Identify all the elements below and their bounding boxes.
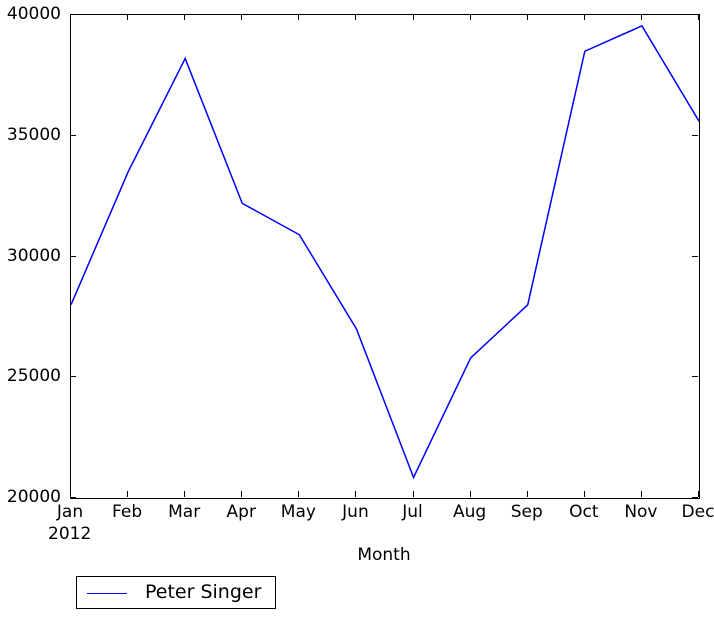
x-tick-mark [698,14,699,20]
y-tick-mark [692,256,698,257]
x-tick-mark [184,491,185,497]
x-axis-year-label: 2012 [48,524,92,544]
x-axis-title: Month [357,545,411,565]
y-tick-mark [692,497,698,498]
x-tick-mark [527,491,528,497]
x-tick-mark [527,14,528,20]
x-tick-mark [584,491,585,497]
x-tick-mark [470,14,471,20]
x-tick-mark [584,14,585,20]
x-tick-mark [355,491,356,497]
x-tick-mark [641,491,642,497]
x-tick-mark [413,14,414,20]
y-tick-mark [692,135,698,136]
x-tick-mark [641,14,642,20]
x-tick-mark [241,491,242,497]
legend: Peter Singer [76,576,276,609]
y-tick-mark [70,135,76,136]
y-tick-label: 25000 [6,366,61,387]
x-tick-mark [70,14,71,20]
legend-item-peter-singer: Peter Singer [77,583,261,602]
y-tick-mark [70,376,76,377]
chart-figure: 20000 25000 30000 35000 40000 Jan Feb Mar Apr Ma… [0,0,714,621]
x-tick-mark [127,14,128,20]
x-tick-mark [355,14,356,20]
x-tick-label: Dec [681,502,714,522]
y-tick-mark [692,376,698,377]
x-tick-mark [184,14,185,20]
x-tick-mark [298,14,299,20]
y-tick-mark [70,256,76,257]
plot-area [70,14,700,499]
x-tick-mark [127,491,128,497]
y-tick-label: 40000 [6,4,61,24]
x-tick-mark [70,491,71,497]
series-line-peter-singer [71,24,699,480]
x-tick-mark [698,491,699,497]
y-tick-mark [70,497,76,498]
y-tick-label: 35000 [6,124,61,145]
x-tick-mark [413,491,414,497]
x-tick-mark [241,14,242,20]
legend-item-label: Peter Singer [145,581,262,603]
legend-line-swatch-icon [87,586,127,600]
x-tick-mark [298,491,299,497]
y-tick-label: 30000 [6,245,61,266]
x-tick-mark [470,491,471,497]
line-series-svg [71,24,699,480]
